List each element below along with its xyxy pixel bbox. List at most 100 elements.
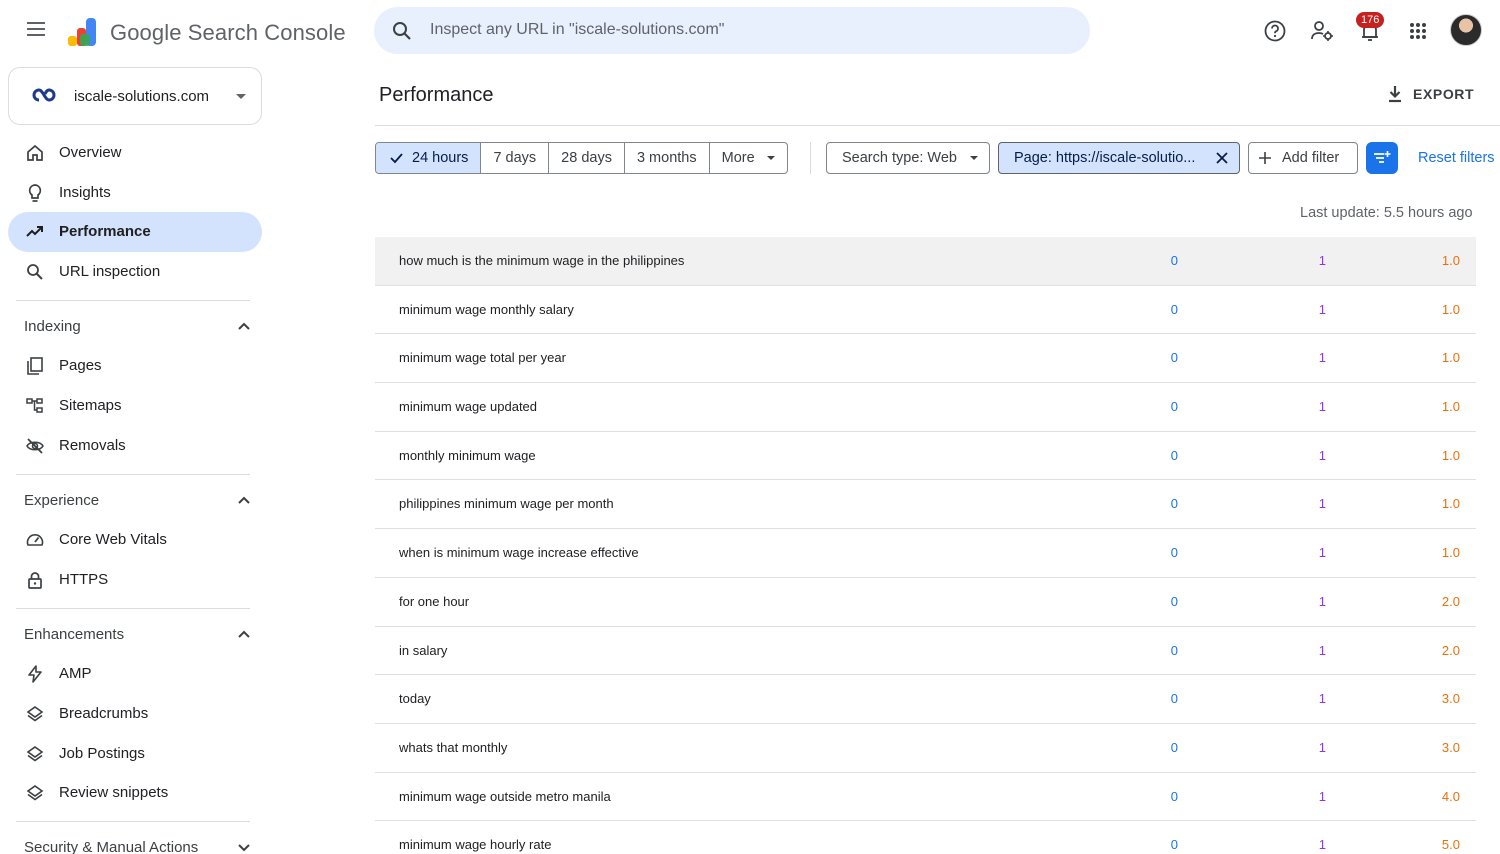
sidebar-item-insights[interactable]: Insights — [8, 173, 262, 213]
visibility-off-icon — [26, 438, 44, 454]
sidebar-item-core-web-vitals[interactable]: Core Web Vitals — [8, 520, 262, 560]
query-cell: whats that monthly — [399, 739, 508, 755]
sidebar-item-label: Breadcrumbs — [59, 705, 149, 722]
table-row[interactable]: in salary 0 1 2.0 — [375, 627, 1476, 676]
close-icon[interactable] — [1215, 151, 1229, 165]
section-header-experience[interactable]: Experience — [8, 482, 262, 518]
table-row[interactable]: minimum wage updated 0 1 1.0 — [375, 383, 1476, 432]
sidebar-item-label: Performance — [59, 223, 151, 240]
clicks-cell: 0 — [1170, 837, 1178, 853]
date-range-3-months[interactable]: 3 months — [623, 143, 709, 173]
sidebar-item-url-inspection[interactable]: URL inspection — [8, 252, 262, 292]
query-cell: monthly minimum wage — [399, 447, 536, 463]
table-row[interactable]: for one hour 0 1 2.0 — [375, 578, 1476, 627]
date-range-label: More — [721, 150, 755, 166]
section-title: Enhancements — [24, 626, 125, 643]
sidebar-item-sitemaps[interactable]: Sitemaps — [8, 386, 262, 426]
account-avatar[interactable] — [1450, 14, 1482, 46]
app-title: Google Search Console — [110, 20, 346, 45]
sitemap-icon — [26, 398, 43, 413]
query-cell: in salary — [399, 642, 448, 658]
date-range-label: 28 days — [561, 150, 612, 166]
table-row[interactable]: today 0 1 3.0 — [375, 675, 1476, 724]
position-cell: 2.0 — [1441, 593, 1460, 609]
sidebar-item-label: Overview — [59, 144, 122, 161]
position-cell: 1.0 — [1441, 301, 1460, 317]
sidebar-item-label: Sitemaps — [59, 397, 122, 414]
sidebar-item-removals[interactable]: Removals — [8, 426, 262, 466]
section-header-indexing[interactable]: Indexing — [8, 308, 262, 344]
table-row[interactable]: whats that monthly 0 1 3.0 — [375, 724, 1476, 773]
sidebar-item-performance[interactable]: Performance — [8, 212, 262, 252]
reset-filters-link[interactable]: Reset filters — [1418, 150, 1495, 166]
query-cell: minimum wage total per year — [399, 350, 566, 366]
manage-users-icon[interactable] — [1306, 15, 1338, 47]
sidebar-item-https[interactable]: HTTPS — [8, 560, 262, 600]
section-header-enhancements[interactable]: Enhancements — [8, 616, 262, 652]
sidebar-item-job-postings[interactable]: Job Postings — [8, 734, 262, 774]
clicks-cell: 0 — [1170, 253, 1178, 268]
position-cell: 1.0 — [1441, 496, 1460, 512]
impressions-cell: 1 — [1318, 642, 1326, 658]
clicks-cell: 0 — [1170, 691, 1178, 707]
query-cell: philippines minimum wage per month — [399, 496, 614, 512]
table-row[interactable]: minimum wage total per year 0 1 1.0 — [375, 334, 1476, 384]
sidebar-item-amp[interactable]: AMP — [8, 654, 262, 694]
queries-table: how much is the minimum wage in the phil… — [375, 237, 1476, 854]
clicks-cell: 0 — [1170, 496, 1178, 512]
help-icon[interactable] — [1259, 15, 1291, 47]
sidebar-item-label: Removals — [59, 437, 126, 454]
sidebar-item-overview[interactable]: Overview — [8, 133, 262, 173]
clicks-cell: 0 — [1170, 788, 1178, 804]
search-input[interactable] — [430, 15, 1050, 45]
date-range-7-days[interactable]: 7 days — [480, 143, 548, 173]
query-cell: minimum wage updated — [399, 399, 538, 415]
dropdown-caret-icon — [236, 94, 246, 99]
table-row[interactable]: minimum wage outside metro manila 0 1 4.0 — [375, 773, 1476, 822]
check-icon — [390, 153, 403, 164]
page-filter-chip[interactable]: Page: https://iscale-solutio... — [998, 142, 1240, 174]
query-cell: minimum wage monthly salary — [399, 301, 574, 317]
search-type-filter[interactable]: Search type: Web — [826, 142, 990, 174]
query-cell: today — [399, 691, 431, 707]
position-cell: 4.0 — [1441, 788, 1460, 804]
export-button[interactable]: EXPORT — [1380, 80, 1476, 110]
impressions-cell: 1 — [1318, 399, 1326, 415]
date-range-24-hours[interactable]: 24 hours — [376, 143, 481, 173]
sidebar-item-pages[interactable]: Pages — [8, 346, 262, 386]
table-row[interactable]: when is minimum wage increase effective 0… — [375, 529, 1476, 578]
section-header-security[interactable]: Security & Manual Actions — [8, 829, 262, 854]
layers-icon — [26, 706, 44, 722]
sidebar-item-review-snippets[interactable]: Review snippets — [8, 773, 262, 813]
table-row[interactable]: how much is the minimum wage in the phil… — [375, 237, 1476, 286]
download-icon — [1389, 86, 1401, 103]
bolt-icon — [28, 665, 42, 683]
date-range-more-dropdown[interactable]: More — [708, 143, 787, 173]
impressions-cell: 1 — [1318, 301, 1326, 317]
date-range-label: 7 days — [493, 150, 537, 166]
speed-icon — [26, 534, 44, 546]
table-row[interactable]: philippines minimum wage per month 0 1 1.0 — [375, 480, 1476, 530]
impressions-cell: 1 — [1318, 350, 1326, 366]
date-range-28-days[interactable]: 28 days — [548, 143, 624, 173]
table-row[interactable]: monthly minimum wage 0 1 1.0 — [375, 432, 1476, 481]
main-menu-icon[interactable] — [22, 18, 50, 44]
sidebar-item-label: Core Web Vitals — [59, 531, 167, 548]
search-icon — [27, 264, 43, 280]
clicks-cell: 0 — [1170, 301, 1178, 317]
table-row[interactable]: minimum wage monthly salary 0 1 1.0 — [375, 286, 1476, 335]
impressions-cell: 1 — [1318, 545, 1326, 561]
property-logo-icon — [32, 88, 56, 102]
table-row[interactable]: minimum wage hourly rate 0 1 5.0 — [375, 821, 1476, 854]
position-cell: 1.0 — [1441, 545, 1460, 561]
clicks-cell: 0 — [1170, 545, 1178, 561]
sidebar-item-label: Review snippets — [59, 784, 169, 801]
url-inspection-search[interactable] — [374, 7, 1090, 54]
property-selector[interactable]: iscale-solutions.com — [8, 67, 262, 125]
lock-icon — [28, 572, 42, 589]
sidebar-item-label: Job Postings — [59, 745, 145, 762]
sidebar-item-breadcrumbs[interactable]: Breadcrumbs — [8, 694, 262, 734]
add-filter-button[interactable]: Add filter — [1248, 142, 1358, 174]
filter-settings-button[interactable] — [1366, 142, 1398, 174]
apps-grid-icon[interactable] — [1402, 15, 1434, 47]
